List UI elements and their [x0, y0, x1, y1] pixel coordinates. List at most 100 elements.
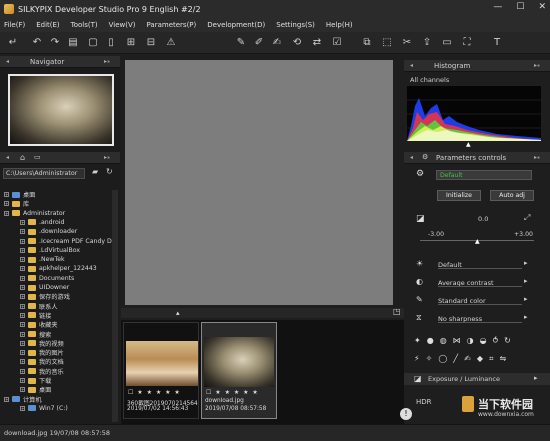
tree-item[interactable]: + 我的文档	[20, 357, 64, 366]
menu-view[interactable]: View(V)	[109, 21, 136, 29]
expand-toggle-icon[interactable]: +	[20, 405, 25, 411]
redo-icon[interactable]: ↷	[48, 36, 62, 50]
expand-icon[interactable]: ⤢	[524, 213, 530, 223]
view-compare-icon[interactable]: ▯	[104, 36, 118, 50]
menu-arrow-icon[interactable]: ▸	[524, 313, 528, 321]
tree-item[interactable]: + Administrator	[4, 209, 65, 218]
histogram-channel[interactable]: All channels	[410, 76, 449, 84]
stars-icon[interactable]: ✧	[426, 354, 433, 366]
expand-toggle-icon[interactable]: +	[20, 303, 25, 309]
tree-scrollbar[interactable]	[112, 190, 118, 422]
expand-toggle-icon[interactable]: +	[20, 322, 25, 328]
initialize-button[interactable]: Initialize	[437, 190, 481, 201]
view-grid-icon[interactable]: ⊞	[124, 36, 138, 50]
tree-item[interactable]: + 我的音乐	[20, 367, 64, 376]
rating-stars[interactable]: ☐ ★ ★ ★ ★ ★	[128, 389, 181, 396]
eyedropper-icon[interactable]: ✎	[234, 36, 248, 50]
check-icon[interactable]: ☑	[330, 36, 344, 50]
collapse-icon[interactable]: ◂	[410, 62, 413, 69]
expand-toggle-icon[interactable]: +	[20, 359, 25, 365]
tree-item[interactable]: + .LdVirtualBox	[20, 246, 80, 255]
text-tool-icon[interactable]: T	[490, 36, 504, 50]
expand-toggle-icon[interactable]: +	[20, 340, 25, 346]
pin-icon[interactable]: ▸⁎	[104, 58, 110, 65]
collapse-icon[interactable]: ◂	[6, 58, 9, 65]
thumbnail-card-selected[interactable]: ☐ ★ ★ ★ ★ ★ download.jpg 2019/07/08 08:5…	[201, 322, 277, 419]
expand-toggle-icon[interactable]: +	[20, 312, 25, 318]
wand-icon[interactable]: ⚡	[414, 354, 420, 366]
expand-toggle-icon[interactable]: +	[20, 387, 25, 393]
sharpen-icon[interactable]: ⋈	[453, 336, 461, 348]
flip-icon[interactable]: ⇄	[310, 36, 324, 50]
exposure-slider-thumb[interactable]: ▲	[475, 238, 480, 245]
tree-item[interactable]: + UIDowner	[20, 283, 69, 292]
brush-icon[interactable]: ✍	[270, 36, 284, 50]
tree-item[interactable]: + 桌面	[4, 190, 35, 199]
resize-icon[interactable]: ◳	[393, 307, 401, 316]
collapse-icon[interactable]: ◂	[410, 154, 413, 161]
expand-toggle-icon[interactable]: +	[20, 368, 25, 374]
rotate-icon[interactable]: ↻	[504, 336, 511, 348]
path-field[interactable]: C:\Users\Administrator	[3, 168, 85, 179]
curve-icon[interactable]: ⥀	[493, 336, 498, 348]
circle-icon[interactable]: ◯	[438, 354, 447, 366]
menu-arrow-icon[interactable]: ▸	[524, 295, 528, 303]
expand-toggle-icon[interactable]: +	[4, 201, 9, 207]
expand-toggle-icon[interactable]: +	[4, 396, 9, 402]
expand-toggle-icon[interactable]: +	[20, 350, 25, 356]
navigator-thumbnail[interactable]	[8, 74, 114, 146]
folder-up-icon[interactable]: ▰	[92, 167, 98, 176]
pin-icon[interactable]: ▸⁎	[534, 154, 540, 161]
crop-icon[interactable]: ⌗	[489, 354, 494, 366]
exposure-section-header[interactable]: ◪ Exposure / Luminance ▸	[404, 373, 550, 385]
refresh-icon[interactable]: ↻	[106, 167, 113, 176]
batch-icon[interactable]: ⬚	[380, 36, 394, 50]
gear-icon[interactable]: ⚙	[416, 169, 424, 179]
preview-divider[interactable]: ▴ ◳	[121, 307, 405, 318]
menu-development[interactable]: Development(D)	[207, 21, 265, 29]
favorite-folder-icon[interactable]: ▭	[34, 153, 41, 161]
tree-item[interactable]: + Documents	[20, 274, 74, 283]
tree-item[interactable]: + Win7 (C:)	[20, 404, 68, 413]
eyedropper2-icon[interactable]: ✐	[252, 36, 266, 50]
expand-toggle-icon[interactable]: +	[20, 247, 25, 253]
close-button[interactable]: ✕	[538, 2, 546, 12]
line-icon[interactable]: ╱	[453, 354, 458, 366]
flip-icon[interactable]: ⇋	[499, 354, 506, 366]
tree-item[interactable]: + 桌面	[20, 385, 51, 394]
expand-toggle-icon[interactable]: +	[4, 210, 9, 216]
tree-item[interactable]: + .NewTek	[20, 255, 65, 264]
warning-icon[interactable]: ⚠	[164, 36, 178, 50]
expand-toggle-icon[interactable]: +	[20, 238, 25, 244]
menu-arrow-icon[interactable]: ▸	[524, 277, 528, 285]
tree-item[interactable]: + apkhelper_122443	[20, 264, 97, 273]
menu-parameters[interactable]: Parameters(P)	[147, 21, 197, 29]
tree-item[interactable]: + .downloader	[20, 227, 77, 236]
display-icon[interactable]: ▭	[440, 36, 454, 50]
view-film-icon[interactable]: ▤	[66, 36, 80, 50]
expand-toggle-icon[interactable]: +	[20, 275, 25, 281]
tree-item[interactable]: + 我的视频	[20, 339, 64, 348]
lens-icon[interactable]: ◆	[477, 354, 483, 366]
menu-edit[interactable]: Edit(E)	[36, 21, 59, 29]
pin-icon[interactable]: ▸⁎	[534, 62, 540, 69]
menu-arrow-icon[interactable]: ▸	[534, 374, 538, 382]
hdr-icon[interactable]: ◒	[480, 336, 487, 348]
menu-arrow-icon[interactable]: ▸	[524, 259, 528, 267]
tree-item[interactable]: + 联系人	[20, 302, 58, 311]
image-preview[interactable]	[125, 60, 393, 305]
info-icon[interactable]: !	[400, 408, 412, 420]
contrast-icon[interactable]: ◑	[467, 336, 474, 348]
splitter-handle-icon[interactable]: ▴	[176, 309, 180, 317]
maximize-button[interactable]: ☐	[516, 2, 524, 12]
tree-item[interactable]: + 保存的游戏	[20, 292, 70, 301]
brush-icon[interactable]: ✍	[464, 354, 471, 366]
expand-toggle-icon[interactable]: +	[20, 266, 25, 272]
menu-settings[interactable]: Settings(S)	[276, 21, 315, 29]
auto-adjust-button[interactable]: Auto adj	[490, 190, 534, 201]
tree-item[interactable]: + 我的图片	[20, 348, 64, 357]
folder-icon[interactable]: ⌂	[20, 153, 25, 162]
menu-help[interactable]: Help(H)	[326, 21, 353, 29]
expand-toggle-icon[interactable]: +	[20, 294, 25, 300]
tree-item[interactable]: + 下载	[20, 376, 51, 385]
